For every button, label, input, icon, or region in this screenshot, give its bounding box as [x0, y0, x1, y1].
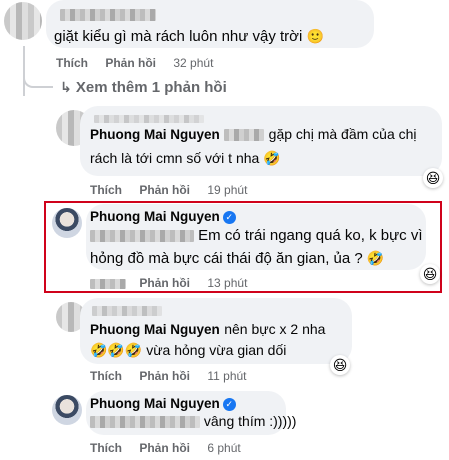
redacted-link: [90, 278, 126, 289]
timestamp[interactable]: 11 phút: [207, 369, 246, 383]
reply-actions: Thích Phản hồi 19 phút: [90, 183, 261, 197]
reply-bubble: Phuong Mai Nguyen nên bực x 2 nha 🤣🤣🤣 vừ…: [80, 298, 352, 364]
redacted-text: [90, 416, 200, 429]
avatar[interactable]: [52, 395, 82, 425]
haha-reaction-icon[interactable]: 😆: [423, 168, 443, 188]
reply-arrow-icon: ↳: [60, 79, 72, 95]
reply-actions: Thích Phản hồi 6 phút: [90, 441, 255, 455]
comment-actions: Thích Phản hồi 32 phút: [56, 56, 227, 70]
reply-text-a: nên bực x 2 nha: [224, 321, 326, 337]
comment-bubble: giặt kiểu gì mà rách luôn như vậy trời 🙂: [46, 0, 374, 48]
verified-badge-icon: ✓: [222, 211, 236, 224]
view-more-replies[interactable]: ↳ Xem thêm 1 phản hồi: [60, 79, 227, 96]
author-name[interactable]: Phuong Mai Nguyen: [90, 209, 220, 224]
timestamp[interactable]: 32 phút: [173, 56, 213, 70]
reply-text: rách là tới cmn số với t nha 🤣: [90, 150, 281, 166]
like-link[interactable]: Thích: [56, 56, 88, 70]
avatar[interactable]: [52, 208, 82, 238]
reply-bubble: Phuong Mai Nguyen ✓ vâng thím :))))): [86, 391, 296, 435]
reply-text: Em có trái ngang quá ko, k bực vì: [90, 226, 423, 246]
redacted-text: [90, 230, 194, 243]
haha-reaction-icon[interactable]: 😆: [330, 355, 350, 375]
reply-link[interactable]: Phản hồi: [139, 183, 190, 197]
haha-reaction-icon[interactable]: 😆: [420, 264, 440, 284]
reply-text: vâng thím :))))): [90, 411, 296, 431]
verified-badge-icon: ✓: [222, 398, 236, 411]
author-name[interactable]: Phuong Mai Nguyen: [90, 127, 220, 142]
timestamp[interactable]: 19 phút: [207, 183, 247, 197]
like-link[interactable]: Thích: [90, 441, 122, 455]
author-name[interactable]: Phuong Mai Nguyen: [90, 396, 220, 411]
reply-actions: Thích Phản hồi 11 phút: [90, 369, 261, 383]
reply-link[interactable]: Phản hồi: [139, 276, 190, 290]
reply-bubble: Phuong Mai Nguyen ✓ Em có trái ngang quá …: [86, 204, 426, 270]
reply-text: hỏng đồ mà bực cái thái độ ăn gian, ủa ?…: [90, 250, 385, 267]
reply-link[interactable]: Phản hồi: [105, 56, 156, 70]
redacted-text: [224, 129, 265, 142]
timestamp[interactable]: 6 phút: [207, 441, 240, 455]
like-link[interactable]: Thích: [90, 183, 122, 197]
reply-link[interactable]: Phản hồi: [139, 441, 190, 455]
comment-text: giặt kiểu gì mà rách luôn như vậy trời 🙂: [54, 28, 324, 45]
like-link[interactable]: Thích: [90, 369, 122, 383]
timestamp[interactable]: 13 phút: [207, 276, 247, 290]
reply-actions: Phản hồi 13 phút: [90, 276, 261, 290]
thread-elbow: [23, 70, 53, 88]
reply-text-a: gặp chị mà đầm của chị: [268, 126, 417, 142]
reply-bubble: Phuong Mai Nguyen gặp chị mà đầm của chị…: [80, 106, 442, 176]
author-name-redacted: [60, 6, 156, 24]
author-name[interactable]: Phuong Mai Nguyen: [90, 322, 220, 337]
avatar[interactable]: [4, 2, 42, 40]
reply-text: 🤣🤣🤣 vừa hỏng vừa gian dối: [90, 342, 287, 358]
reply-link[interactable]: Phản hồi: [139, 369, 190, 383]
